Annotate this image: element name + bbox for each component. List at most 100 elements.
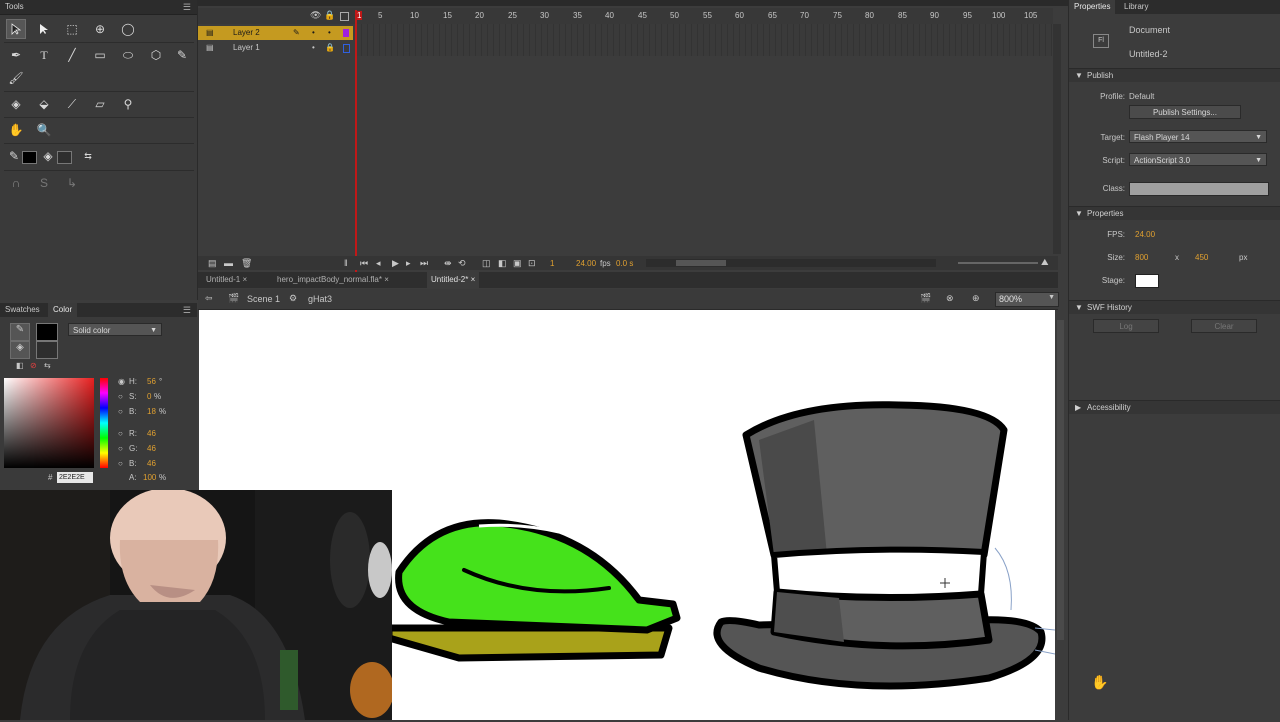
clear-button[interactable]: Clear xyxy=(1191,319,1257,333)
hand-tool-icon[interactable]: ✋ xyxy=(6,120,26,140)
hue-slider[interactable] xyxy=(100,378,108,468)
scene-name[interactable]: Scene 1 xyxy=(247,294,280,304)
hue-value[interactable]: 56 xyxy=(147,377,156,386)
hue-radio-icon[interactable]: ◉ xyxy=(118,377,125,386)
selection-tool-icon[interactable] xyxy=(6,19,26,39)
new-layer-icon[interactable]: ▤ xyxy=(208,258,217,269)
log-button[interactable]: Log xyxy=(1093,319,1159,333)
fill-color-swatch[interactable] xyxy=(57,151,72,164)
width-value[interactable]: 800 xyxy=(1135,253,1148,262)
tab-properties[interactable]: Properties xyxy=(1069,0,1116,14)
alpha-value[interactable]: 100 xyxy=(143,473,156,482)
panel-menu-icon[interactable]: ☰ xyxy=(183,305,191,316)
stage-color-swatch[interactable] xyxy=(1135,274,1159,288)
playhead[interactable] xyxy=(355,10,357,272)
pen-tool-icon[interactable]: ✒ xyxy=(6,45,26,65)
red-value[interactable]: 46 xyxy=(147,429,156,438)
tab-library[interactable]: Library xyxy=(1119,0,1153,14)
fill-color-icon[interactable]: ◈ xyxy=(10,341,30,359)
swf-history-section-header[interactable]: ▼ SWF History xyxy=(1069,300,1280,314)
layer-name[interactable]: Layer 1 xyxy=(233,41,260,55)
subselection-tool-icon[interactable] xyxy=(34,19,54,39)
no-color-icon[interactable]: ⊘ xyxy=(30,361,37,370)
green-cap-drawing[interactable] xyxy=(385,519,681,662)
brightness-value[interactable]: 18 xyxy=(147,407,156,416)
close-icon[interactable]: × xyxy=(471,275,476,284)
frame-grid[interactable] xyxy=(356,24,1052,56)
publish-settings-button[interactable]: Publish Settings... xyxy=(1129,105,1241,119)
eyedropper-tool-icon[interactable]: ⟋ xyxy=(62,94,82,114)
fps-value[interactable]: 24.00 xyxy=(576,259,596,268)
document-tab[interactable]: Untitled-1 × xyxy=(202,272,251,288)
3d-rotation-tool-icon[interactable]: ⊕ xyxy=(90,19,110,39)
panel-menu-icon[interactable]: ☰ xyxy=(183,2,191,13)
fill-color-icon[interactable]: ◈ xyxy=(38,146,58,166)
lock-dot-icon[interactable]: • xyxy=(328,26,331,40)
delete-layer-icon[interactable]: 🗑 xyxy=(241,258,252,269)
text-tool-icon[interactable]: T xyxy=(34,45,54,65)
brightness-radio-icon[interactable]: ○ xyxy=(118,407,123,416)
edit-multiple-icon[interactable]: ▣ xyxy=(513,258,522,269)
paint-bucket-tool-icon[interactable]: ◈ xyxy=(6,94,26,114)
black-white-icon[interactable]: ◧ xyxy=(16,361,24,370)
script-select[interactable]: ActionScript 3.0 ▼ xyxy=(1129,153,1267,166)
step-forward-icon[interactable]: ▸ xyxy=(406,258,411,269)
document-tab[interactable]: Untitled-2* × xyxy=(427,272,480,288)
center-stage-icon[interactable]: ⊕ xyxy=(972,293,980,304)
saturation-radio-icon[interactable]: ○ xyxy=(118,392,123,401)
lock-icon[interactable]: 🔒 xyxy=(324,10,335,21)
layer-row[interactable]: ▤ Layer 2 ✎ • • xyxy=(198,26,353,40)
swap-colors-icon[interactable]: ⇆ xyxy=(78,146,98,166)
green-radio-icon[interactable]: ○ xyxy=(118,444,123,453)
frame-ruler[interactable]: 1 5 10 15 20 25 30 35 40 45 50 55 60 65 … xyxy=(356,8,1052,24)
center-frame-icon[interactable]: ⇼ xyxy=(444,258,452,269)
zoom-mountain-icon[interactable]: ⛰ xyxy=(1041,257,1049,268)
onion-skin-icon[interactable]: ◫ xyxy=(482,258,491,269)
line-tool-icon[interactable]: ╱ xyxy=(62,45,82,65)
eye-icon[interactable]: 👁 xyxy=(310,10,321,21)
hex-input[interactable]: 2E2E2E xyxy=(57,472,93,483)
back-arrow-icon[interactable]: ⇦ xyxy=(205,293,213,304)
stage-vertical-scrollbar[interactable] xyxy=(1055,310,1067,720)
step-back-icon[interactable]: ◂ xyxy=(376,258,381,269)
stroke-color-icon[interactable]: ✎ xyxy=(10,323,30,341)
fill-type-select[interactable]: Solid color ▼ xyxy=(68,323,162,336)
properties-section-header[interactable]: ▼ Properties xyxy=(1069,206,1280,220)
loop-icon[interactable]: ⟲ xyxy=(458,258,466,269)
blue-value[interactable]: 46 xyxy=(147,459,156,468)
timeline-scrollbar[interactable] xyxy=(1053,24,1061,254)
eraser-tool-icon[interactable]: ▱ xyxy=(90,94,110,114)
blue-radio-icon[interactable]: ○ xyxy=(118,459,123,468)
stroke-color-icon[interactable]: ✎ xyxy=(4,146,24,166)
accessibility-section-header[interactable]: ▶ Accessibility xyxy=(1069,400,1280,414)
pause-icon[interactable]: ‖ xyxy=(344,258,348,268)
new-folder-icon[interactable]: ▬ xyxy=(224,258,233,268)
lasso-tool-icon[interactable]: ◯ xyxy=(118,19,138,39)
smooth-icon[interactable]: S xyxy=(34,173,54,193)
onion-outline-icon[interactable]: ◧ xyxy=(498,258,507,269)
red-radio-icon[interactable]: ○ xyxy=(118,429,123,438)
stroke-color-swatch[interactable] xyxy=(36,323,58,341)
height-value[interactable]: 450 xyxy=(1195,253,1208,262)
time-value[interactable]: 0.0 s xyxy=(616,259,633,268)
color-picker-field[interactable] xyxy=(4,378,94,468)
snap-to-objects-icon[interactable]: ∩ xyxy=(6,173,26,193)
rectangle-tool-icon[interactable]: ▭ xyxy=(90,45,110,65)
top-hat-drawing[interactable] xyxy=(713,401,1056,690)
visibility-dot-icon[interactable]: • xyxy=(312,41,315,55)
lock-icon[interactable]: 🔒 xyxy=(325,41,335,55)
zoom-tool-icon[interactable]: 🔍 xyxy=(34,120,54,140)
fill-color-swatch[interactable] xyxy=(36,341,58,359)
edit-symbol-icon[interactable]: ⊗ xyxy=(946,293,954,304)
scrollbar-thumb[interactable] xyxy=(1057,320,1064,640)
saturation-value[interactable]: 0 xyxy=(147,392,151,401)
free-transform-tool-icon[interactable]: ⬚ xyxy=(62,19,82,39)
first-frame-icon[interactable]: ⏮ xyxy=(360,258,368,269)
target-select[interactable]: Flash Player 14 ▼ xyxy=(1129,130,1267,143)
layer-name[interactable]: Layer 2 xyxy=(233,26,260,40)
last-frame-icon[interactable]: ⏭ xyxy=(420,258,428,269)
stroke-color-swatch[interactable] xyxy=(22,151,37,164)
green-value[interactable]: 46 xyxy=(147,444,156,453)
hscroll-thumb[interactable] xyxy=(676,260,726,266)
fps-value[interactable]: 24.00 xyxy=(1135,230,1155,239)
